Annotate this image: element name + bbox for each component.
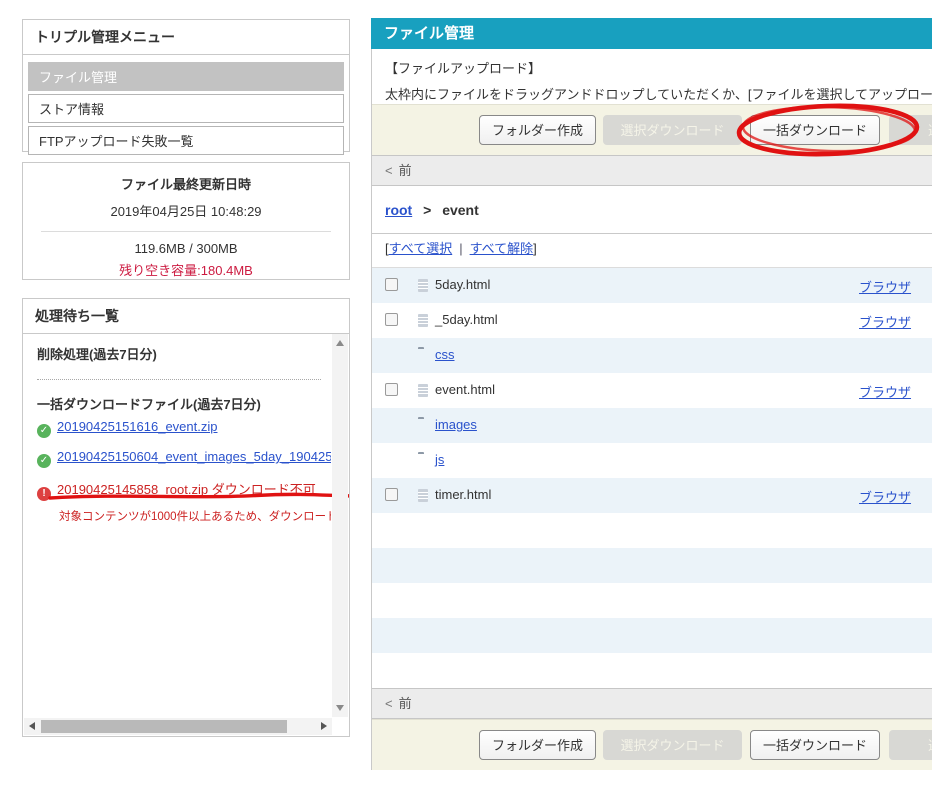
browse-link[interactable]: ブラウザ xyxy=(859,277,911,296)
file-icon xyxy=(418,279,428,292)
bracket-close: ] xyxy=(533,241,537,256)
bulk-download-button[interactable]: 一括ダウンロード xyxy=(750,730,880,760)
row-checkbox[interactable] xyxy=(385,313,398,326)
table-row: images xyxy=(372,408,932,443)
row-checkbox[interactable] xyxy=(385,383,398,396)
storage-remaining: 残り空き容量:180.4MB xyxy=(23,260,349,279)
pending-queue-content: 削除処理(過去7日分) 一括ダウンロードファイル(過去7日分) ✓2019042… xyxy=(24,334,331,717)
queue-item: ✓ 20190425151616_event.zip xyxy=(37,419,325,438)
breadcrumb-current: event xyxy=(442,202,479,218)
create-folder-button[interactable]: フォルダー作成 xyxy=(479,730,596,760)
storage-usage: 119.6MB / 300MB xyxy=(23,241,349,256)
table-row: _5day.html ブラウザ xyxy=(372,303,932,338)
sidebar-menu-title: トリプル管理メニュー xyxy=(23,20,349,55)
table-row: event.html ブラウザ xyxy=(372,373,932,408)
folder-link[interactable]: images xyxy=(435,417,477,432)
pipe-separator: | xyxy=(459,241,462,256)
sidebar-item-file-management[interactable]: ファイル管理 xyxy=(28,62,344,91)
horizontal-scroll-thumb[interactable] xyxy=(41,720,287,733)
success-icon: ✓ xyxy=(37,454,51,468)
zip-error-label: 20190425145858_root.zip ダウンロード不可 xyxy=(57,482,316,497)
breadcrumb-root-link[interactable]: root xyxy=(385,202,412,218)
browse-link[interactable]: ブラウザ xyxy=(859,382,911,401)
success-icon: ✓ xyxy=(37,424,51,438)
folder-link[interactable]: css xyxy=(435,347,455,362)
file-update-title: ファイル最終更新日時 xyxy=(23,174,349,193)
delete-selected-button: 選択削除 xyxy=(889,115,932,145)
pager-bottom[interactable]: <前 xyxy=(372,688,932,719)
empty-row xyxy=(372,583,932,618)
file-table: 5day.html ブラウザ _5day.html ブラウザ css event… xyxy=(372,268,932,688)
prev-arrow-icon: < xyxy=(385,163,393,178)
sidebar-menu-panel: トリプル管理メニュー ファイル管理 ストア情報 FTPアップロード失敗一覧 xyxy=(22,19,350,152)
scroll-left-arrow-icon[interactable] xyxy=(29,722,35,730)
toolbar-top: フォルダー作成 選択ダウンロード 一括ダウンロード 選択削除 xyxy=(372,104,932,155)
file-name: timer.html xyxy=(435,487,491,502)
bulk-download-button[interactable]: 一括ダウンロード xyxy=(750,115,880,145)
deselect-all-link[interactable]: すべて解除 xyxy=(470,241,534,256)
table-row: css xyxy=(372,338,932,373)
table-row: 5day.html ブラウザ xyxy=(372,268,932,303)
empty-row xyxy=(372,618,932,653)
prev-label: 前 xyxy=(399,696,412,711)
delete-section-heading: 削除処理(過去7日分) xyxy=(37,344,325,363)
file-name: _5day.html xyxy=(435,312,498,327)
table-row: js xyxy=(372,443,932,478)
zip-download-link[interactable]: 20190425150604_event_images_5day_190425_… xyxy=(57,449,331,464)
pending-queue-title: 処理待ち一覧 xyxy=(23,299,349,334)
prev-label: 前 xyxy=(399,163,412,178)
file-update-datetime: 2019年04月25日 10:48:29 xyxy=(23,201,349,220)
browse-link[interactable]: ブラウザ xyxy=(859,312,911,331)
toolbar-bottom: フォルダー作成 選択ダウンロード 一括ダウンロード 選択削除 xyxy=(372,719,932,770)
file-name: event.html xyxy=(435,382,495,397)
delete-selected-button: 選択削除 xyxy=(889,730,932,760)
zip-download-link[interactable]: 20190425151616_event.zip xyxy=(57,419,217,434)
error-icon: ! xyxy=(37,487,51,501)
page-title: ファイル管理 xyxy=(371,18,932,49)
sidebar-item-ftp-upload-failures[interactable]: FTPアップロード失敗一覧 xyxy=(28,126,344,155)
prev-arrow-icon: < xyxy=(385,696,393,711)
table-row: timer.html ブラウザ xyxy=(372,478,932,513)
file-icon xyxy=(418,314,428,327)
scroll-right-arrow-icon[interactable] xyxy=(321,722,327,730)
breadcrumb-separator: > xyxy=(423,202,431,218)
queue-item-error: ! 20190425145858_root.zip ダウンロード不可 xyxy=(37,479,325,501)
row-checkbox[interactable] xyxy=(385,278,398,291)
bulk-download-section-heading: 一括ダウンロードファイル(過去7日分) xyxy=(37,394,325,413)
zip-error-detail: 対象コンテンツが1000件以上あるため、ダウンロードできません xyxy=(59,508,325,524)
download-selected-button: 選択ダウンロード xyxy=(603,115,742,145)
divider xyxy=(41,231,331,232)
breadcrumb: root > event xyxy=(372,186,932,234)
dotted-divider xyxy=(37,379,321,380)
vertical-scrollbar[interactable] xyxy=(332,334,348,717)
file-name: 5day.html xyxy=(435,277,490,292)
empty-row xyxy=(372,548,932,583)
pager-top[interactable]: <前 xyxy=(372,155,932,186)
folder-link[interactable]: js xyxy=(435,452,444,467)
empty-row xyxy=(372,513,932,548)
selection-controls: [すべて選択|すべて解除] xyxy=(372,234,932,268)
create-folder-button[interactable]: フォルダー作成 xyxy=(479,115,596,145)
scroll-down-arrow-icon[interactable] xyxy=(336,705,344,711)
file-management-panel: ファイル管理 【ファイルアップロード】 太枠内にファイルをドラッグアンドドロップ… xyxy=(371,18,932,770)
pending-queue-panel: 処理待ち一覧 削除処理(過去7日分) 一括ダウンロードファイル(過去7日分) ✓… xyxy=(22,298,350,737)
queue-item: ✓20190425150604_event_images_5day_190425… xyxy=(37,449,325,468)
select-all-link[interactable]: すべて選択 xyxy=(389,241,453,256)
download-selected-button: 選択ダウンロード xyxy=(603,730,742,760)
browse-link[interactable]: ブラウザ xyxy=(859,487,911,506)
upload-heading: 【ファイルアップロード】 xyxy=(385,58,932,77)
file-icon xyxy=(418,384,428,397)
file-icon xyxy=(418,489,428,502)
upload-section: 【ファイルアップロード】 太枠内にファイルをドラッグアンドドロップしていただくか… xyxy=(372,49,932,104)
empty-row xyxy=(372,653,932,688)
sidebar-item-store-info[interactable]: ストア情報 xyxy=(28,94,344,123)
row-checkbox[interactable] xyxy=(385,488,398,501)
file-update-info-panel: ファイル最終更新日時 2019年04月25日 10:48:29 119.6MB … xyxy=(22,162,350,280)
scroll-up-arrow-icon[interactable] xyxy=(336,340,344,346)
sidebar-menu-items: ファイル管理 ストア情報 FTPアップロード失敗一覧 xyxy=(23,55,349,162)
horizontal-scrollbar[interactable] xyxy=(24,718,332,735)
upload-instruction: 太枠内にファイルをドラッグアンドドロップしていただくか、[ファイルを選択してアッ… xyxy=(385,84,932,103)
